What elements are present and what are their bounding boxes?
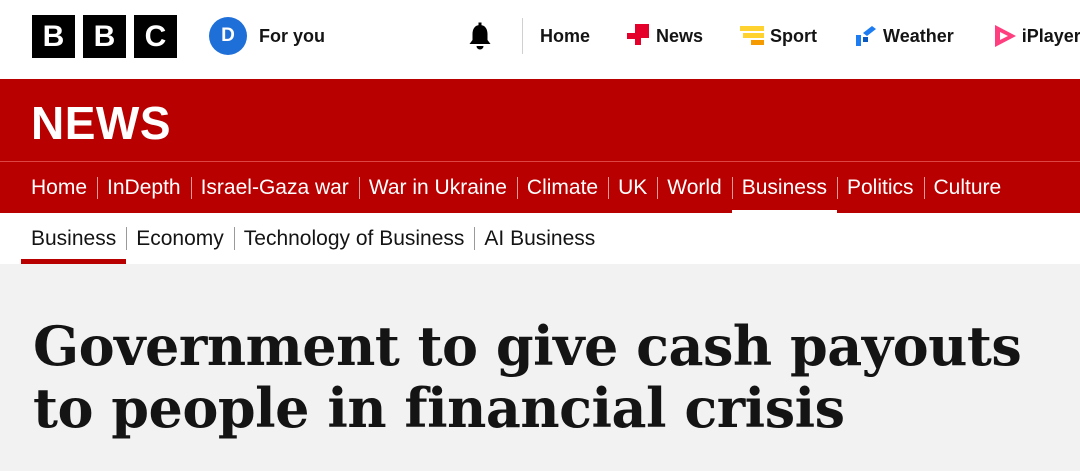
global-nav-home[interactable]: Home: [540, 26, 590, 47]
global-nav-sport-label: Sport: [770, 25, 818, 46]
global-nav: Home News Sport Weather iPlayer: [540, 0, 1080, 72]
article-headline: Government to give cash payouts to peopl…: [33, 314, 1022, 440]
global-nav-weather[interactable]: Weather: [853, 23, 954, 49]
sub-nav: Business Economy Technology of Business …: [0, 213, 1080, 264]
global-nav-news[interactable]: News: [626, 23, 703, 49]
global-header: B B C D For you Home News Sport Weather …: [0, 0, 1080, 79]
section-nav-item-uk[interactable]: UK: [608, 162, 657, 214]
sport-icon: [740, 23, 766, 49]
section-nav-item-indepth[interactable]: InDepth: [97, 162, 191, 214]
section-nav-item-climate[interactable]: Climate: [516, 162, 608, 214]
global-nav-iplayer[interactable]: iPlayer: [992, 23, 1080, 49]
bbc-logo-letter: B: [32, 15, 75, 58]
section-nav: Home InDepth Israel-Gaza war War in Ukra…: [0, 161, 1080, 214]
sub-nav-item-technology-of-business[interactable]: Technology of Business: [233, 213, 475, 264]
bbc-logo-letter: B: [83, 15, 126, 58]
news-icon: [626, 23, 652, 49]
global-nav-home-label: Home: [540, 25, 591, 46]
notifications-bell-icon[interactable]: [464, 21, 496, 53]
section-nav-item-war-in-ukraine[interactable]: War in Ukraine: [358, 162, 517, 214]
global-nav-sport[interactable]: Sport: [740, 23, 817, 49]
section-nav-item-politics[interactable]: Politics: [836, 162, 924, 214]
global-nav-iplayer-label: iPlayer: [1021, 25, 1080, 46]
weather-icon: [853, 23, 879, 49]
global-nav-news-label: News: [656, 25, 704, 46]
section-nav-item-world[interactable]: World: [657, 162, 731, 214]
section-nav-item-culture[interactable]: Culture: [923, 162, 1012, 214]
news-banner: NEWS: [0, 79, 1080, 161]
sub-nav-list: Business Economy Technology of Business …: [21, 213, 605, 264]
avatar: D: [209, 17, 247, 55]
iplayer-icon: [992, 23, 1018, 49]
section-nav-item-home[interactable]: Home: [21, 162, 97, 214]
bbc-logo[interactable]: B B C: [32, 15, 177, 58]
bbc-logo-letter: C: [134, 15, 177, 58]
header-divider: [522, 18, 523, 54]
news-title[interactable]: NEWS: [31, 96, 171, 150]
section-nav-item-israel-gaza-war[interactable]: Israel-Gaza war: [190, 162, 359, 214]
section-nav-item-business[interactable]: Business: [731, 162, 838, 214]
account-button[interactable]: D For you: [209, 17, 325, 55]
account-label: For you: [259, 25, 325, 46]
sub-nav-item-business[interactable]: Business: [21, 213, 127, 264]
sub-nav-item-economy[interactable]: Economy: [126, 213, 234, 264]
global-nav-weather-label: Weather: [883, 25, 954, 46]
section-nav-list: Home InDepth Israel-Gaza war War in Ukra…: [21, 162, 1011, 214]
sub-nav-item-ai-business[interactable]: AI Business: [474, 213, 605, 264]
